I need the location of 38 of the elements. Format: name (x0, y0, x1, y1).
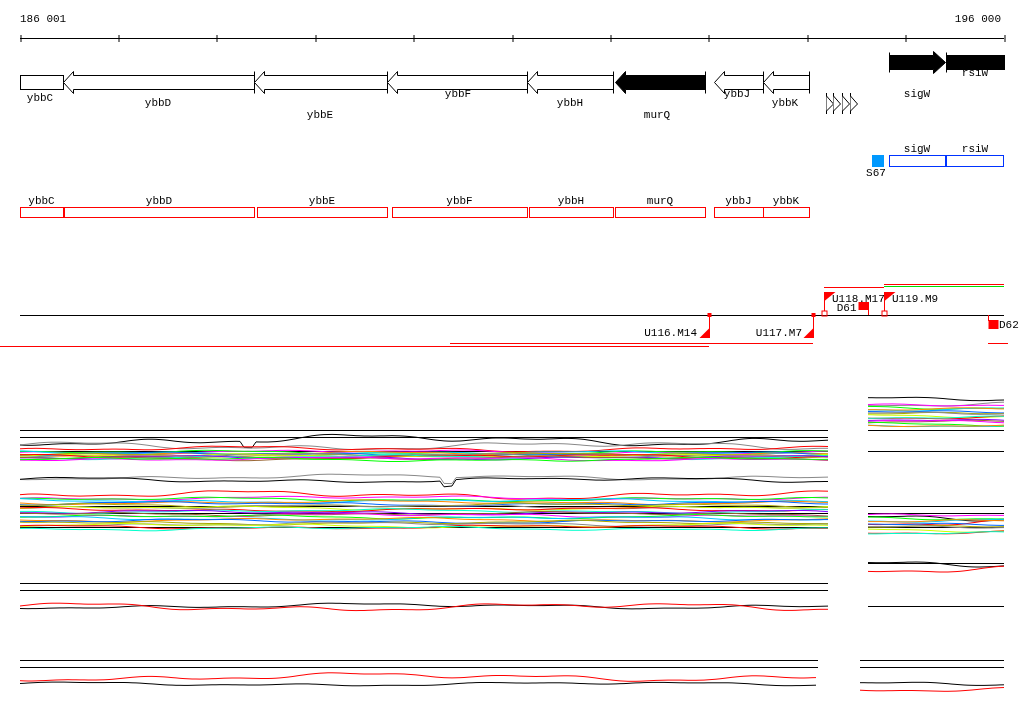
marker-label: D61 (836, 302, 857, 314)
regulon-gene-box (946, 155, 1004, 167)
gene-label: sigW (903, 88, 931, 100)
operon-gene-label: ybbF (446, 195, 473, 207)
operon-gene-label: ybbJ (725, 195, 752, 207)
gene-label: ybbC (26, 92, 54, 104)
transcript-marker (699, 313, 712, 339)
operon-gene-box (763, 207, 810, 218)
gene-label: ybbJ (723, 88, 751, 100)
gene-label: ybbE (306, 109, 334, 121)
marker-label: U119.M9 (892, 293, 939, 305)
regulon-label: sigW (903, 143, 931, 155)
gene-label: ybbD (144, 97, 172, 109)
gene-label: ybbF (444, 88, 472, 100)
ruler-end-label: 196 000 (954, 13, 1001, 25)
operon-gene-label: murQ (646, 195, 674, 207)
operon-gene-label: ybbE (308, 195, 336, 207)
regulon-label: rsiW (961, 143, 989, 155)
marker-label: D62 (999, 319, 1019, 331)
transcript-marker (988, 314, 999, 329)
gene-label: ybbK (771, 97, 799, 109)
marker-label: U118.M17 (832, 293, 885, 305)
regulon-gene-box (889, 155, 946, 167)
operon-gene-box (714, 207, 764, 218)
transcript-marker (858, 301, 869, 316)
regulon-label: S67 (866, 167, 886, 179)
ruler-start-label: 186 001 (20, 13, 67, 25)
gene-label: ybbH (556, 97, 584, 109)
operon-gene-label: ybbC (28, 195, 55, 207)
operon-gene-label: ybbK (772, 195, 800, 207)
binding-site-marker (872, 155, 884, 167)
transcript-marker (803, 313, 816, 339)
marker-label: U116.M14 (644, 327, 697, 339)
gene-label: murQ (643, 109, 671, 121)
marker-label: U117.M7 (755, 327, 802, 339)
terminator-icon (826, 92, 858, 115)
operon-gene-label: ybbD (145, 195, 173, 207)
operon-gene-label: ybbH (557, 195, 585, 207)
